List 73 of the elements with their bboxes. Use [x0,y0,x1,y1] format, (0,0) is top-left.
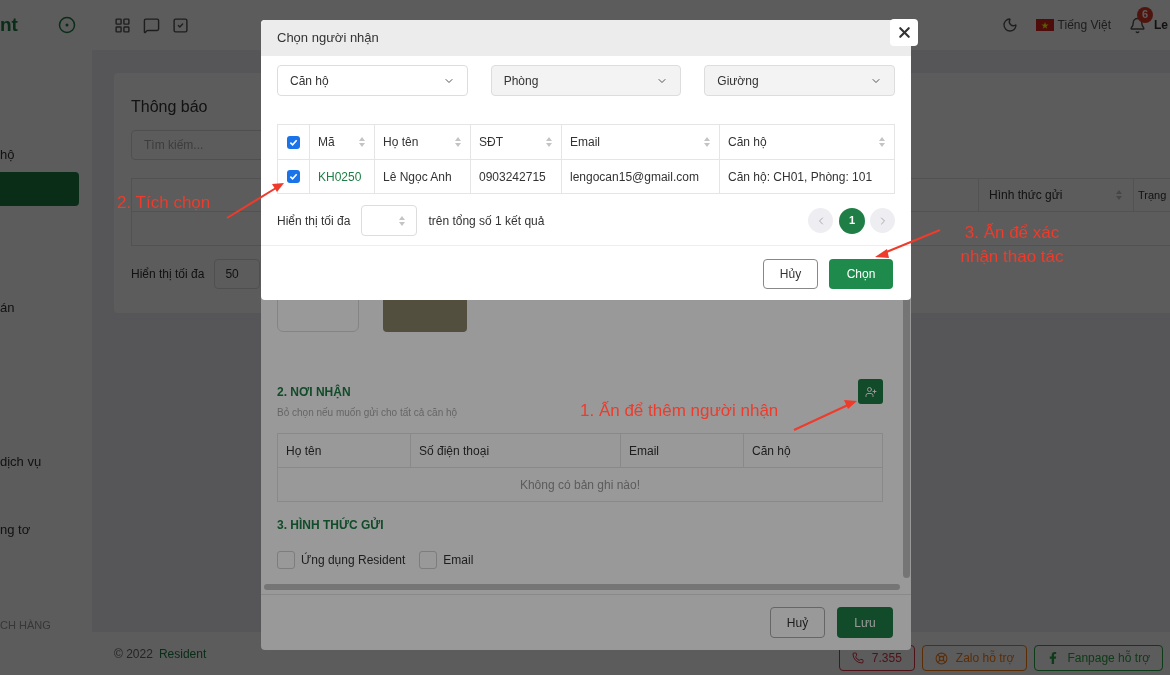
language-label[interactable]: Tiếng Việt [1057,16,1111,34]
checkbox[interactable] [287,170,300,183]
sort-icon [878,136,886,148]
add-recipient-button[interactable] [858,379,883,404]
checklist-icon[interactable] [172,16,189,34]
table-cell: 0903242715 [471,160,562,193]
checkbox[interactable] [419,551,438,569]
logo-text: nt [0,12,18,37]
table-cell: lengocan15@gmail.com [562,160,720,193]
flag-icon [1035,19,1054,31]
column-header: Số điện thoại [411,434,621,467]
annotation-text: 2. Tích chọn [117,192,211,214]
sidebar-item[interactable]: ng tơ [0,513,79,547]
sort-icon [454,136,462,148]
next-page-button[interactable] [870,208,895,233]
notification-badge: 6 [1137,6,1153,23]
chat-icon[interactable] [143,16,160,34]
sort-icon [398,214,407,227]
column-header[interactable]: Hình thức gửi [979,179,1134,211]
column-header[interactable]: SĐT [471,125,562,159]
annotation-text: 3. Ấn để xác nhận thao tác [959,222,1065,268]
section-title: 2. NƠI NHẬN [277,383,351,401]
empty-message: Không có bản ghi nào! [518,476,642,494]
column-header[interactable]: Căn hộ [720,125,894,159]
dialog-title: Chọn người nhận [277,29,379,48]
target-icon[interactable] [58,16,76,34]
checkbox-label: Email [443,552,474,569]
table-cell: Lê Ngọc Anh [375,160,471,193]
column-header: Email [621,434,744,467]
page-size-label: Hiển thị tối đa [277,212,351,230]
sidebar-item[interactable]: án [0,291,79,325]
section-title: 3. HÌNH THỨC GỬI [277,516,385,534]
page-button[interactable]: 1 [839,207,865,234]
close-button[interactable] [890,19,918,46]
column-header[interactable]: Họ tên [375,125,471,159]
total-text: trên tổng số 1 kết quả [428,212,545,230]
support-button[interactable]: Fanpage hỗ trợ [1034,645,1163,671]
cancel-button[interactable]: Huỷ [770,607,825,638]
brand-link[interactable]: Resident [158,644,207,663]
page-size-label: Hiển thị tối đa [131,266,205,283]
cancel-button[interactable]: Hủy [763,259,818,289]
page-title: Thông báo [131,97,209,117]
column-header: Họ tên [278,434,411,467]
column-header[interactable]: Mã [310,125,375,159]
table-cell-text: Căn hộ: CH01, Phòng: 101 [727,168,874,186]
moon-icon[interactable] [1001,17,1018,33]
code-link[interactable]: KH0250 [310,160,375,193]
annotation-text: 1. Ấn để thêm người nhận [580,400,779,422]
sort-icon [703,136,711,148]
phone-icon [851,652,864,664]
sidebar-item[interactable]: dịch vụ [0,445,79,479]
sidebar-item[interactable]: hộ [0,138,79,172]
filter-select[interactable]: Căn hộ [277,65,468,96]
page-size-select[interactable]: 50 [214,259,261,289]
sort-icon [358,136,366,148]
checkbox[interactable] [277,551,295,569]
column-header[interactable]: Email [562,125,720,159]
arrow [875,229,941,258]
bell-icon[interactable] [1129,16,1146,34]
user-name[interactable]: Le [1154,16,1168,34]
page-size-select[interactable] [361,205,418,236]
sort-icon [545,136,553,148]
lifebuoy-icon [934,651,948,665]
checkbox-label: Ứng dụng Resident [301,551,406,569]
user-plus-icon [864,385,877,398]
column-header: Căn hộ [751,442,792,460]
copyright-text: © 2022 [114,645,153,663]
confirm-button[interactable]: Chọn [829,259,893,289]
arrow [793,400,857,431]
checkbox[interactable] [287,135,300,149]
column-header[interactable]: Trạng [1134,179,1167,211]
save-button[interactable]: Lưu [837,607,893,638]
grid-icon[interactable] [114,16,131,34]
